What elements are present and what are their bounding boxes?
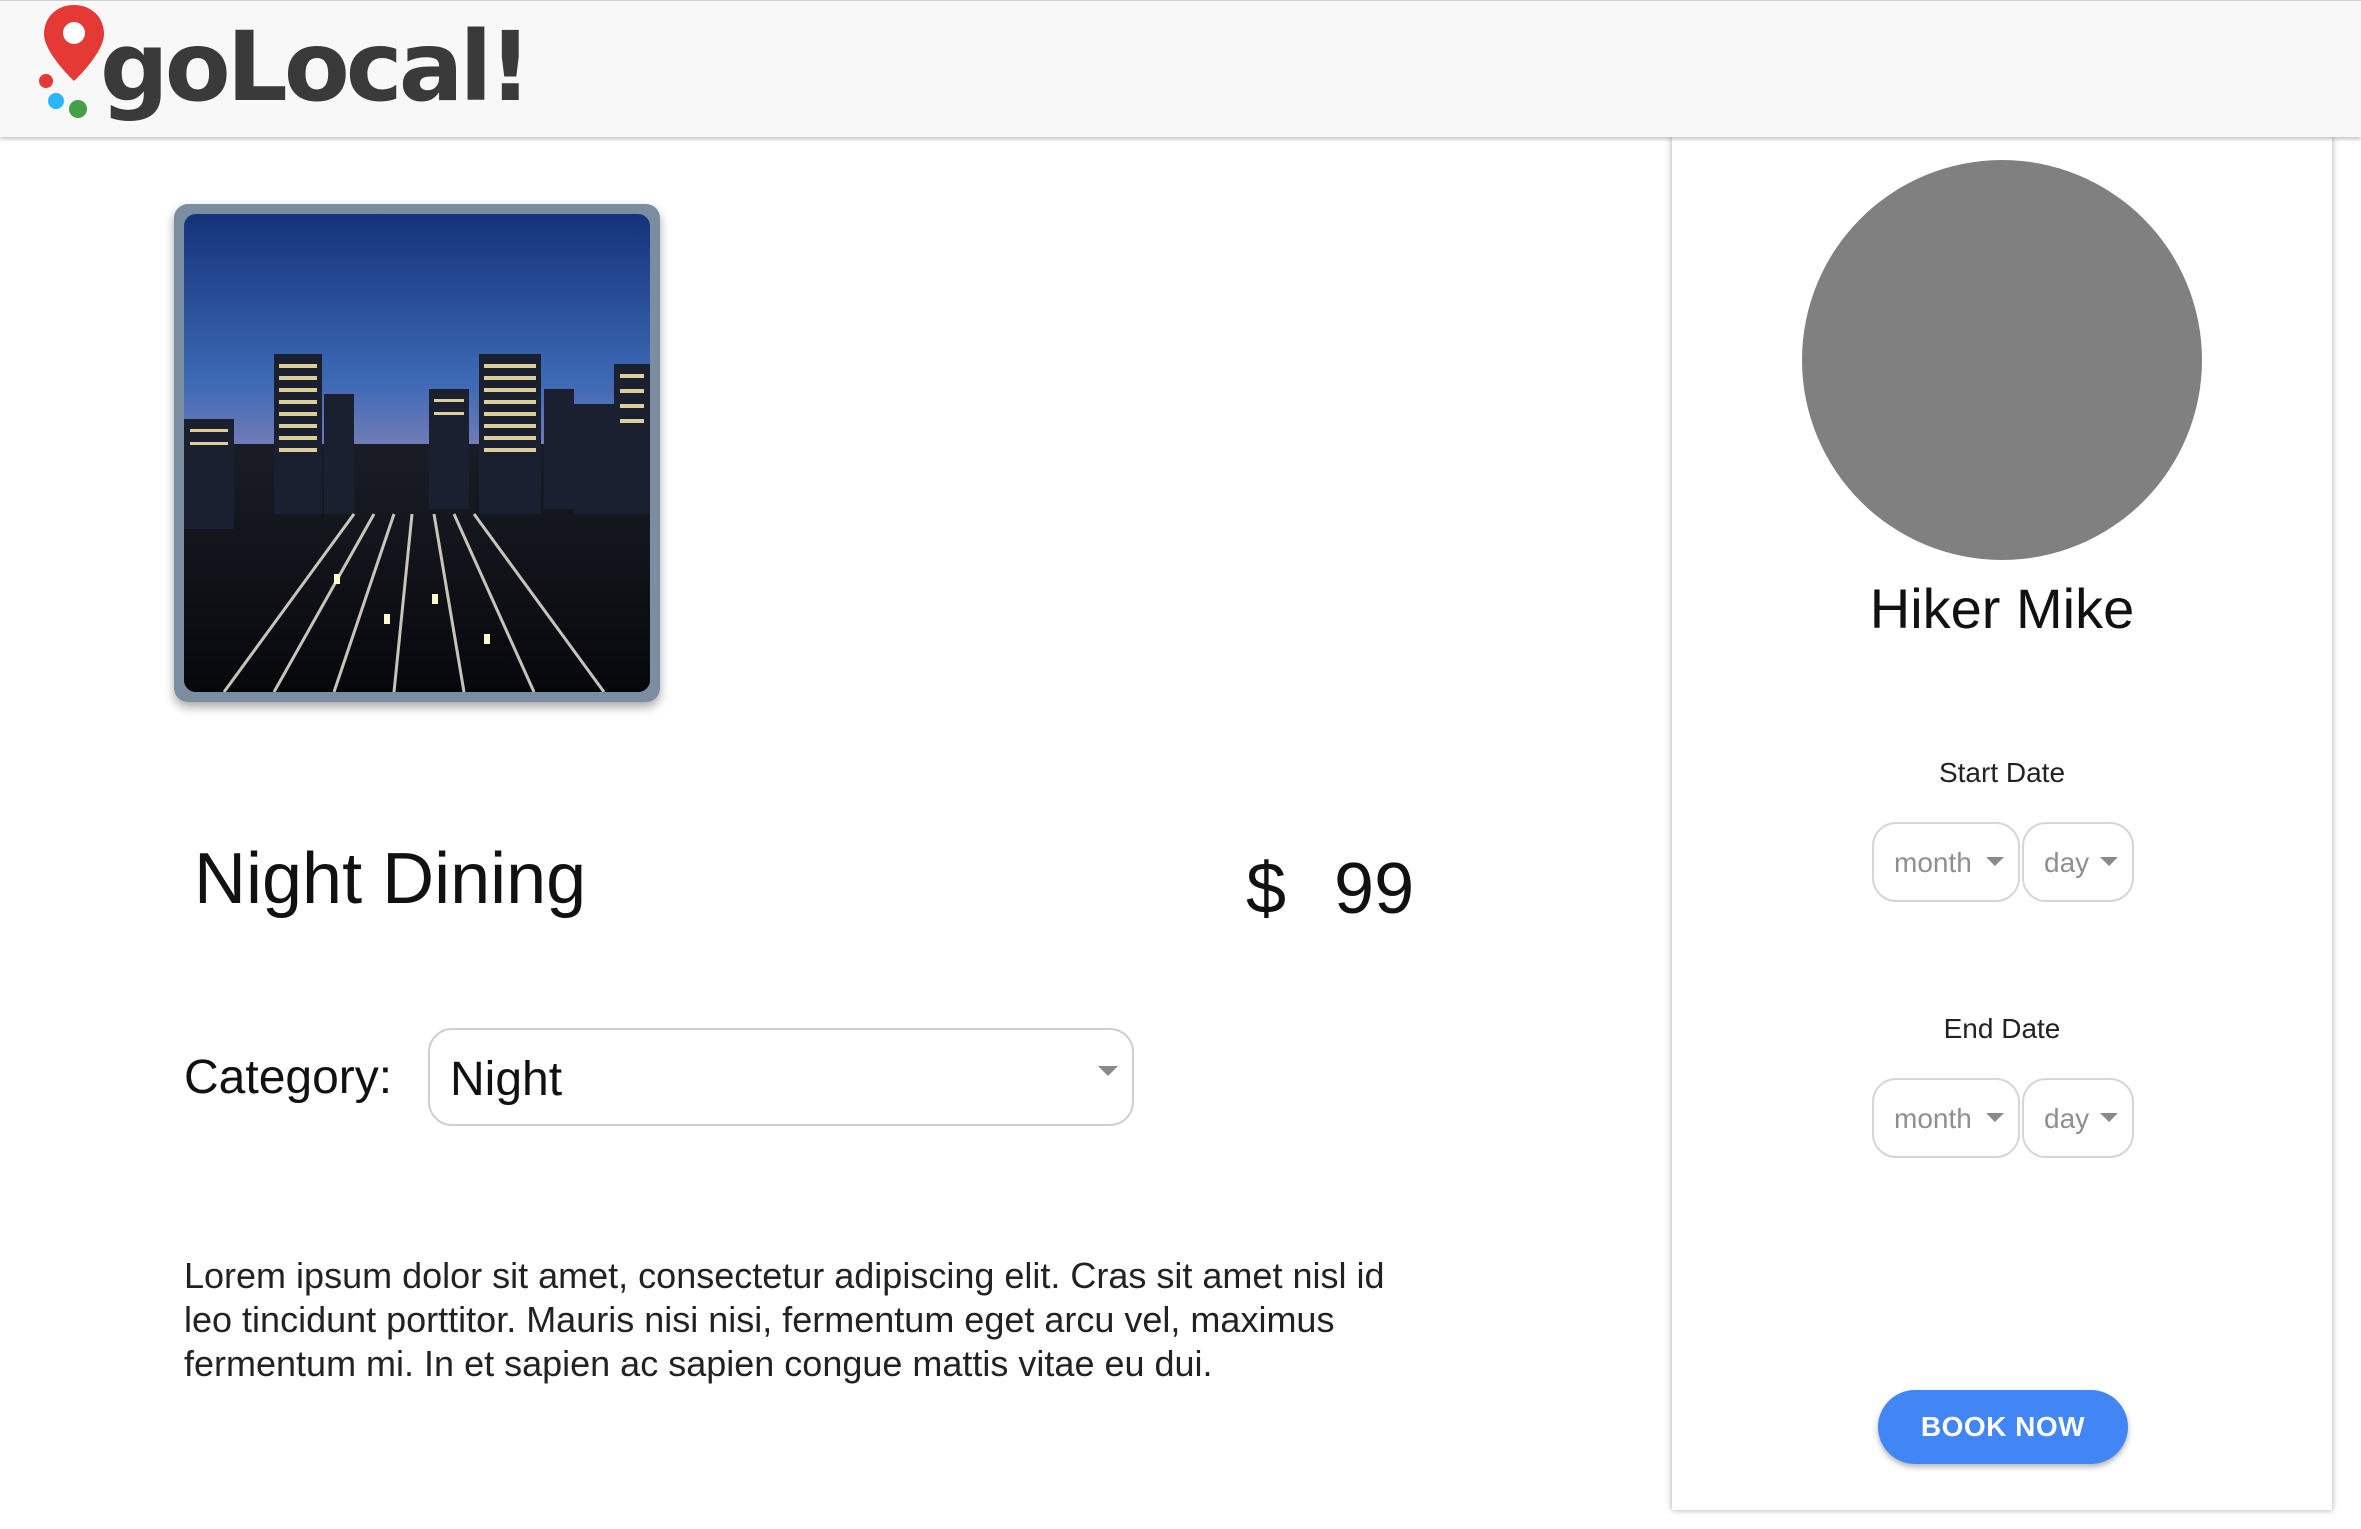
end-day-select[interactable]: day <box>2022 1078 2134 1158</box>
start-month-select[interactable]: month <box>1872 822 2020 902</box>
golocal-logo[interactable]: goLocal! <box>34 1 532 137</box>
listing-title: Night Dining <box>194 839 587 919</box>
listing-image-frame <box>174 204 660 702</box>
listing-price: $99 <box>1246 846 1414 932</box>
city-night-photo <box>184 214 650 692</box>
category-select[interactable]: Night <box>428 1028 1134 1126</box>
logo-wordmark: goLocal! <box>100 11 532 123</box>
currency-symbol: $ <box>1246 849 1287 929</box>
book-now-button[interactable]: BOOK NOW <box>1878 1390 2128 1464</box>
chevron-down-icon <box>1986 857 2004 866</box>
start-day-value: day <box>2044 847 2090 878</box>
end-date-label: End Date <box>1943 1013 2061 1044</box>
listing-description: Lorem ipsum dolor sit amet, consectetur … <box>184 1255 1385 1384</box>
end-month-select[interactable]: month <box>1872 1078 2020 1158</box>
app-header: goLocal! <box>0 0 2361 137</box>
listing-photo <box>184 214 650 692</box>
start-date-label: Start Date <box>1938 757 2066 788</box>
chevron-down-icon <box>2100 1113 2118 1122</box>
host-avatar <box>1802 160 2202 560</box>
booking-panel: Hiker Mike Start Date month day End Date… <box>1672 136 2332 1510</box>
start-month-value: month <box>1894 847 1972 878</box>
category-value: Night <box>450 1053 563 1106</box>
end-month-value: month <box>1894 1103 1972 1134</box>
start-day-select[interactable]: day <box>2022 822 2134 902</box>
price-value: 99 <box>1334 849 1415 929</box>
chevron-down-icon <box>1986 1113 2004 1122</box>
category-label: Category: <box>184 1051 393 1104</box>
host-name: Hiker Mike <box>1869 577 2135 640</box>
chevron-down-icon <box>1098 1066 1118 1076</box>
chevron-down-icon <box>2100 857 2118 866</box>
end-day-value: day <box>2044 1103 2090 1134</box>
